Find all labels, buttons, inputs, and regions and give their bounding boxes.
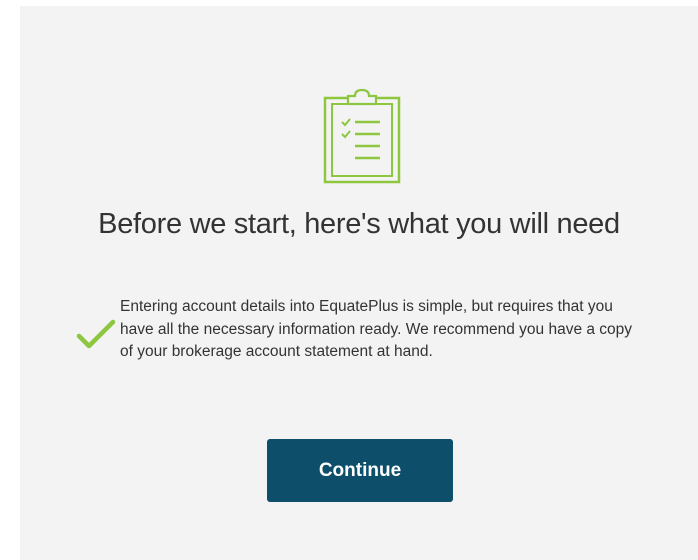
page-title: Before we start, here's what you will ne…: [98, 208, 620, 240]
clipboard-checklist-icon: [322, 88, 402, 186]
setup-dialog: Before we start, here's what you will ne…: [20, 6, 698, 560]
continue-button[interactable]: Continue: [267, 439, 453, 502]
requirements-note: Entering account details into EquatePlus…: [76, 296, 636, 406]
checkmark-icon: [76, 318, 116, 352]
requirements-text: Entering account details into EquatePlus…: [120, 298, 633, 360]
